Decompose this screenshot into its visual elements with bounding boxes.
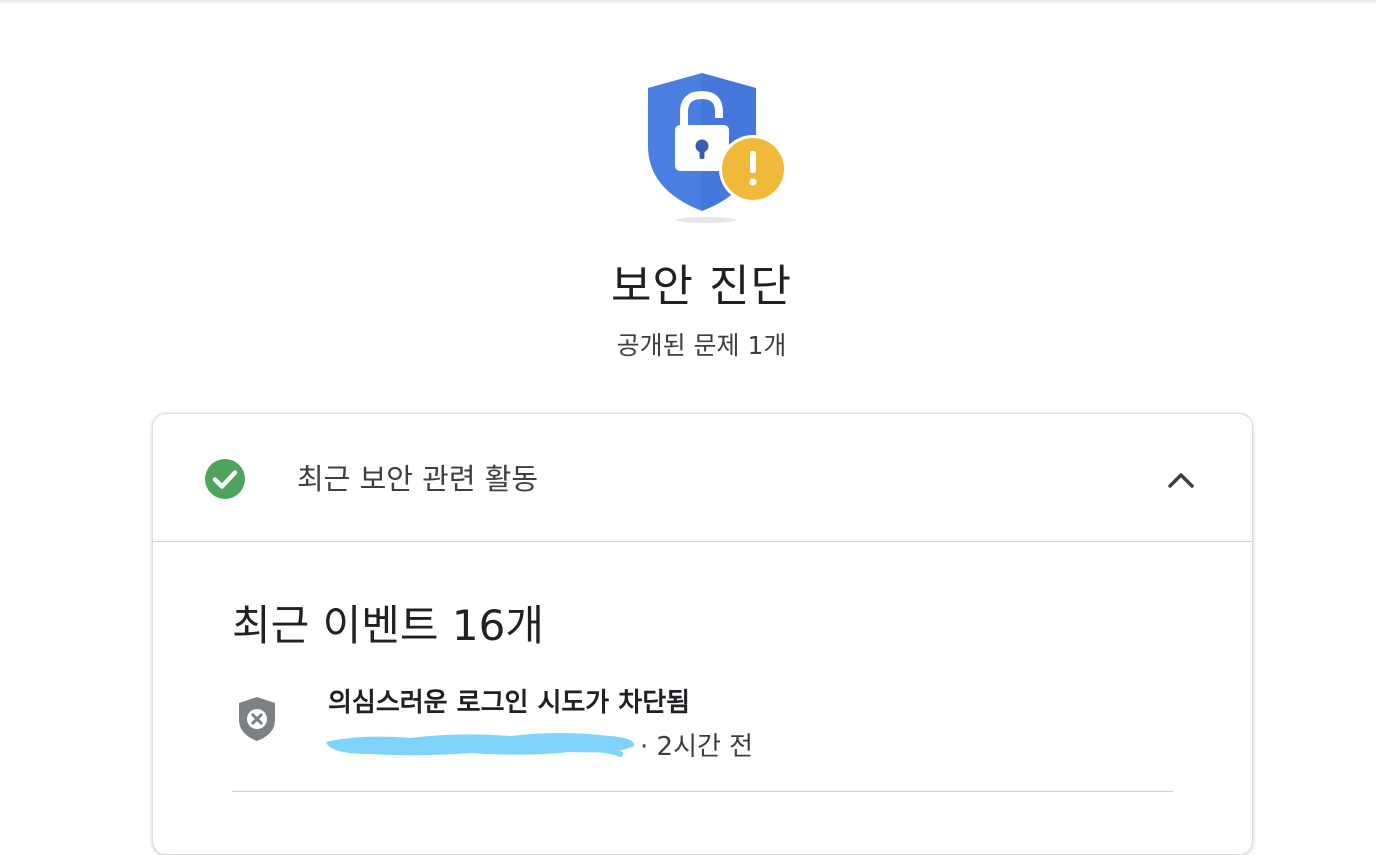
event-meta: · 2시간 전 <box>320 720 920 762</box>
top-edge-shadow <box>0 0 1376 4</box>
card-header-toggle[interactable]: 최근 보안 관련 활동 <box>153 414 1252 542</box>
security-activity-card: 최근 보안 관련 활동 최근 이벤트 16개 의심스러운 로그인 시도가 차단됨… <box>152 413 1253 855</box>
shield-lock-warning-icon <box>640 68 792 228</box>
check-circle-icon <box>204 458 246 500</box>
page-subtitle: 공개된 문제 1개 <box>616 331 787 360</box>
event-row[interactable]: 의심스러운 로그인 시도가 차단됨 · 2시간 전 <box>232 674 1173 792</box>
page-title: 보안 진단 <box>611 261 792 312</box>
events-title: 최근 이벤트 16개 <box>232 601 544 650</box>
event-time: · 2시간 전 <box>640 732 754 762</box>
shield-x-icon <box>238 696 276 742</box>
chevron-up-icon[interactable] <box>1165 464 1197 496</box>
redaction-scribble <box>326 733 635 757</box>
event-title: 의심스러운 로그인 시도가 차단됨 <box>328 688 691 718</box>
card-header-label: 최근 보안 관련 활동 <box>297 462 539 496</box>
